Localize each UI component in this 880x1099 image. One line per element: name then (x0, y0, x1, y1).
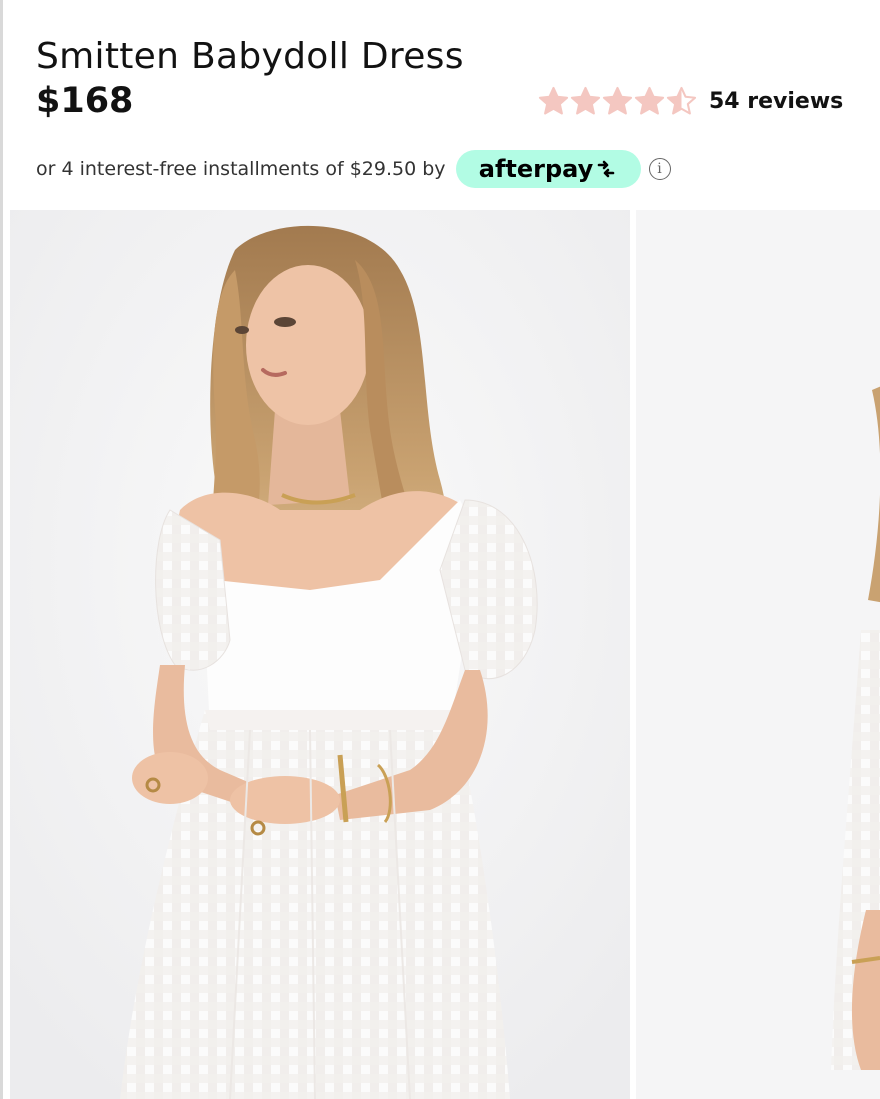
star-full-icon (570, 86, 601, 115)
installments-text: or 4 interest-free installments of $29.5… (36, 158, 446, 180)
afterpay-label: afterpay (478, 155, 594, 183)
star-rating (538, 86, 697, 117)
rating-summary[interactable]: 54 reviews (538, 86, 843, 117)
star-full-icon (634, 86, 665, 115)
star-full-icon (602, 86, 633, 115)
product-image-side[interactable] (636, 210, 880, 1099)
reviews-link[interactable]: 54 reviews (709, 89, 843, 114)
product-title: Smitten Babydoll Dress (36, 36, 464, 78)
afterpay-arrows-icon (597, 160, 615, 178)
product-gallery[interactable] (0, 210, 880, 1099)
info-icon[interactable]: i (648, 158, 671, 180)
model-photo-icon (636, 210, 880, 1099)
product-image-front[interactable] (10, 210, 630, 1099)
installments-row: or 4 interest-free installments of $29.5… (36, 150, 671, 188)
star-full-icon (538, 86, 569, 115)
model-photo-icon (10, 210, 630, 1099)
afterpay-badge[interactable]: afterpay (455, 150, 641, 188)
product-price: $168 (36, 81, 134, 121)
star-half-icon (666, 86, 697, 115)
